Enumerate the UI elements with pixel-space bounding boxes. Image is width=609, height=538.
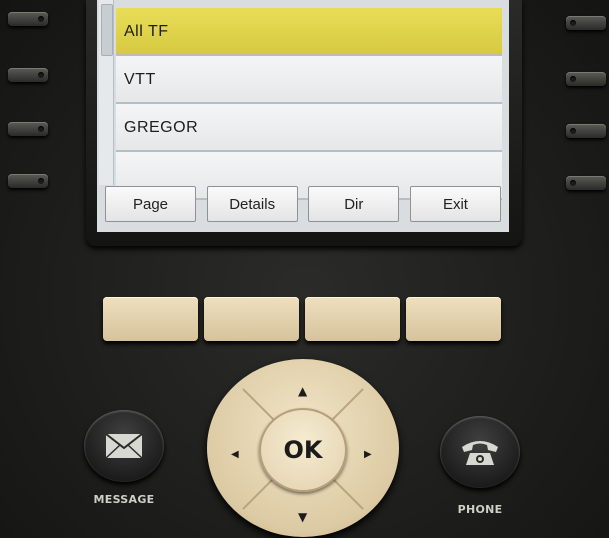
led-indicator: [38, 72, 44, 78]
softkey-3-button[interactable]: [305, 297, 400, 341]
led-indicator: [570, 20, 576, 26]
lcd-screen: All TF VTT GREGOR Page Details Dir Exit: [97, 0, 509, 232]
softkey-label-page[interactable]: Page: [105, 186, 196, 222]
led-indicator: [38, 16, 44, 22]
phone-button-label: PHONE: [457, 503, 503, 516]
led-indicator: [38, 126, 44, 132]
led-indicator: [570, 128, 576, 134]
list-item[interactable]: All TF: [116, 8, 502, 56]
led-indicator: [38, 178, 44, 184]
phone-body: All TF VTT GREGOR Page Details Dir Exit …: [0, 0, 609, 538]
led-indicator: [570, 180, 576, 186]
phone-button[interactable]: [440, 416, 520, 488]
message-button-label: MESSAGE: [93, 493, 155, 506]
softkey-label-details[interactable]: Details: [206, 186, 298, 222]
list-scrollbar[interactable]: [99, 0, 114, 185]
line-key-left-1[interactable]: [8, 12, 48, 26]
line-key-right-4[interactable]: [566, 176, 606, 190]
line-key-left-4[interactable]: [8, 174, 48, 188]
softkey-2-button[interactable]: [204, 297, 299, 341]
telephone-icon: [462, 441, 498, 465]
list-item[interactable]: GREGOR: [116, 104, 502, 152]
arrow-down-icon[interactable]: ▼: [298, 511, 307, 523]
scrollbar-thumb[interactable]: [101, 4, 113, 56]
softkey-label-dir[interactable]: Dir: [308, 186, 400, 222]
softkey-label-bar: Page Details Dir Exit: [105, 186, 501, 228]
arrow-up-icon[interactable]: ▲: [298, 385, 307, 397]
ok-button[interactable]: OK: [259, 408, 347, 492]
directory-list: All TF VTT GREGOR: [116, 8, 502, 200]
arrow-right-icon[interactable]: ▶: [364, 449, 372, 461]
line-key-left-3[interactable]: [8, 122, 48, 136]
line-key-right-3[interactable]: [566, 124, 606, 138]
led-indicator: [570, 76, 576, 82]
line-key-right-1[interactable]: [566, 16, 606, 30]
envelope-icon: [105, 433, 143, 459]
arrow-left-icon[interactable]: ◀: [231, 449, 239, 461]
line-key-left-2[interactable]: [8, 68, 48, 82]
softkey-1-button[interactable]: [103, 297, 198, 341]
message-button[interactable]: [84, 410, 164, 482]
softkey-4-button[interactable]: [406, 297, 501, 341]
softkey-label-exit[interactable]: Exit: [409, 186, 501, 222]
line-key-right-2[interactable]: [566, 72, 606, 86]
list-item[interactable]: VTT: [116, 56, 502, 104]
